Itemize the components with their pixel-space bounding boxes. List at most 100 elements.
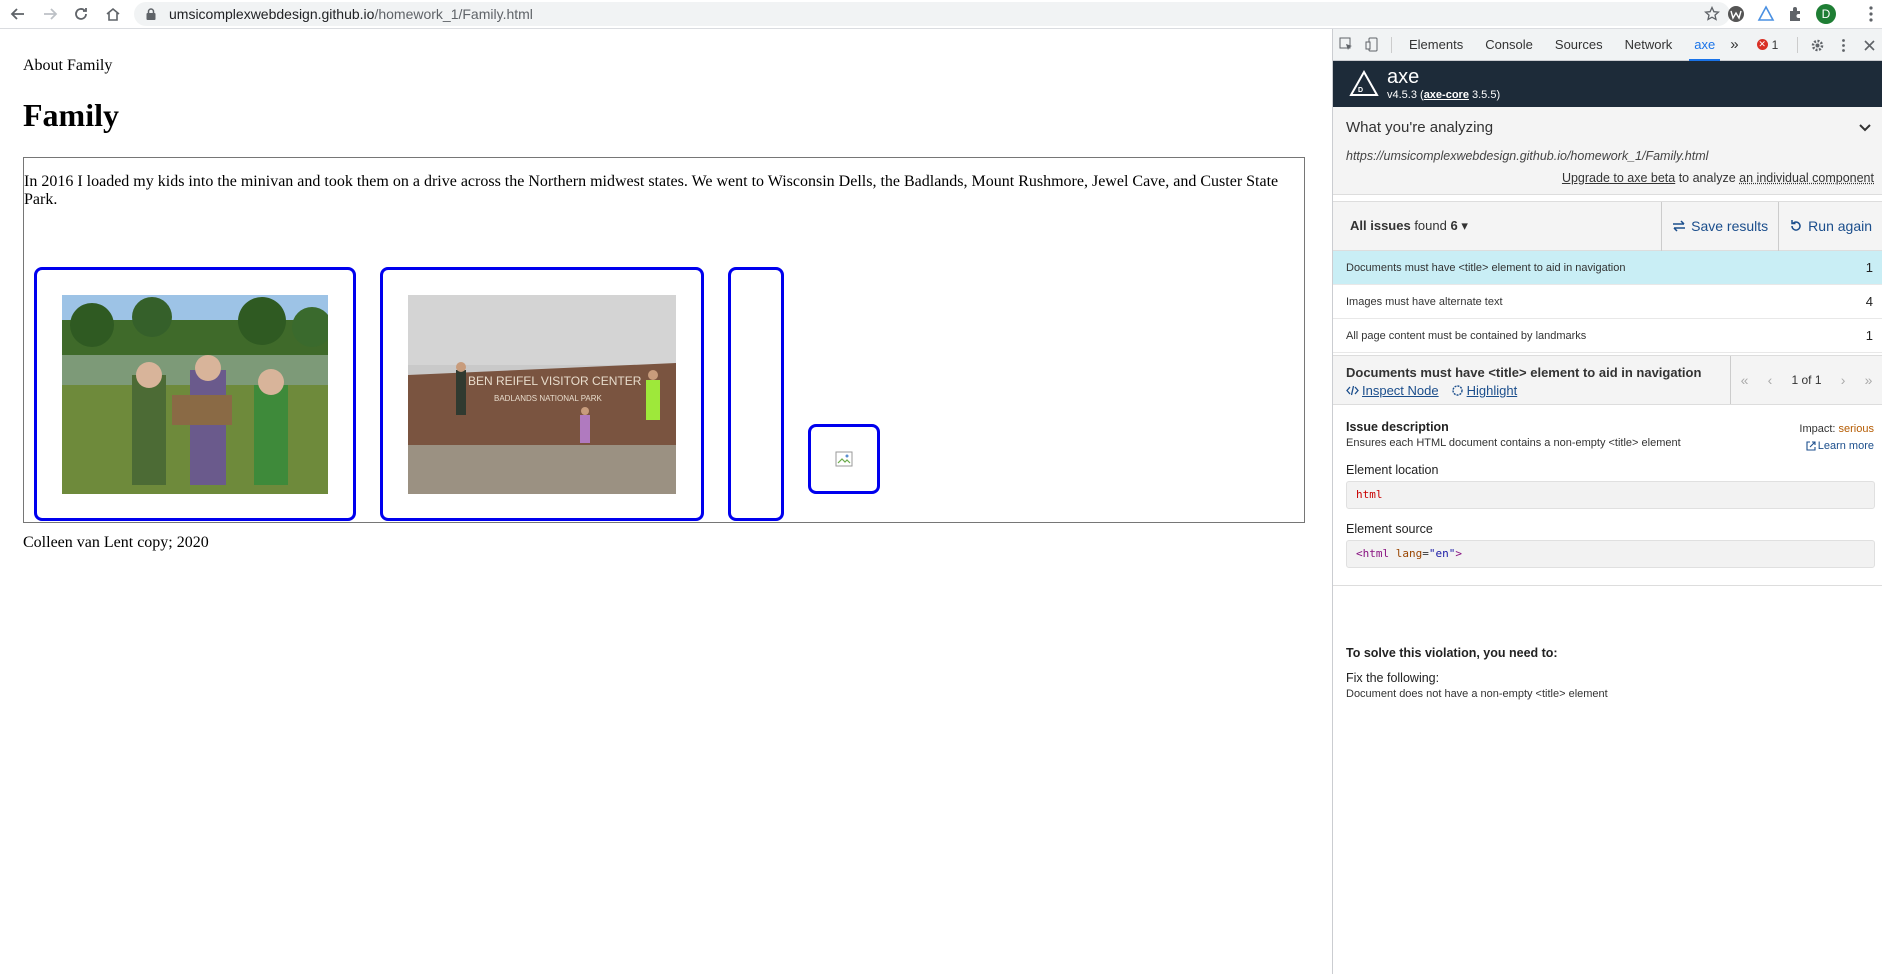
element-location-label: Element location <box>1346 463 1439 477</box>
issue-label: Images must have alternate text <box>1346 295 1503 308</box>
devtools-menu-button[interactable] <box>1830 29 1856 61</box>
devtools-panel: Elements Console Sources Network axe » ✕… <box>1332 29 1882 974</box>
issues-toolbar: All issues found 6 ▾ Save results Run ag… <box>1333 201 1882 251</box>
home-button[interactable] <box>99 0 127 28</box>
back-button[interactable] <box>4 0 32 28</box>
axe-title: axe <box>1387 66 1420 88</box>
issues-label: All issues <box>1350 218 1411 233</box>
issues-filter[interactable]: All issues found 6 ▾ <box>1333 218 1661 234</box>
broken-image-icon <box>835 451 853 467</box>
upgrade-mid-text: to analyze <box>1675 171 1740 185</box>
issue-pager: « ‹ 1 of 1 › » <box>1730 356 1882 404</box>
inspect-node-label: Inspect Node <box>1362 383 1439 398</box>
element-location-code[interactable]: html <box>1346 481 1875 509</box>
highlight-button[interactable]: Highlight <box>1451 383 1517 398</box>
photo-card-2[interactable]: BEN REIFEL VISITOR CENTER BADLANDS NATIO… <box>380 267 704 521</box>
tab-elements[interactable]: Elements <box>1398 29 1474 61</box>
upgrade-link[interactable]: Upgrade to axe beta <box>1562 171 1675 185</box>
source-tag: <html <box>1356 547 1396 560</box>
source-attr: lang <box>1395 547 1423 560</box>
source-eq: = <box>1422 547 1429 560</box>
inspect-element-button[interactable] <box>1333 29 1359 61</box>
fix-text: Document does not have a non-empty <titl… <box>1346 688 1608 700</box>
element-source-label: Element source <box>1346 522 1433 536</box>
web-page: About Family Family In 2016 I loaded my … <box>0 29 1332 974</box>
tab-sources[interactable]: Sources <box>1544 29 1614 61</box>
tab-axe[interactable]: axe <box>1683 29 1726 61</box>
external-link-icon <box>1806 441 1816 451</box>
url-path: /homework_1/Family.html <box>374 6 533 22</box>
element-location-value: html <box>1356 488 1383 501</box>
issue-label: Documents must have <title> element to a… <box>1346 261 1626 274</box>
run-again-label: Run again <box>1808 218 1872 234</box>
more-tabs-button[interactable]: » <box>1726 29 1742 61</box>
source-close: > <box>1455 547 1462 560</box>
issue-row[interactable]: All page content must be contained by la… <box>1333 319 1882 353</box>
lock-icon <box>146 8 156 20</box>
element-source-code[interactable]: <html lang="en"> <box>1346 540 1875 568</box>
inspect-node-button[interactable]: Inspect Node <box>1346 383 1439 398</box>
about-family-link[interactable]: About Family <box>23 57 112 75</box>
axe-header: D axe v4.5.3 (axe-core 3.5.5) <box>1333 61 1882 107</box>
error-counter[interactable]: ✕ 1 <box>1756 38 1778 52</box>
tab-separator <box>1391 36 1392 53</box>
arrow-right-icon <box>44 8 58 20</box>
bookmark-star-icon[interactable] <box>1704 6 1720 22</box>
fix-label: Fix the following: <box>1346 671 1440 685</box>
learn-more-link[interactable]: Learn more <box>1806 440 1874 452</box>
axe-core-link[interactable]: axe-core <box>1424 89 1469 101</box>
broken-image-card[interactable] <box>808 424 880 494</box>
svg-text:D: D <box>1358 87 1363 94</box>
home-icon <box>106 7 120 21</box>
save-results-button[interactable]: Save results <box>1661 201 1778 251</box>
source-val: "en" <box>1428 547 1456 560</box>
issue-row[interactable]: Documents must have <title> element to a… <box>1333 251 1882 285</box>
issues-found-text: found <box>1410 218 1451 233</box>
tab-separator-2 <box>1797 37 1798 53</box>
issue-description-label: Issue description <box>1346 420 1449 434</box>
chevron-down-icon[interactable] <box>1858 121 1872 135</box>
photo-card-1[interactable] <box>34 267 356 521</box>
puzzle-icon <box>1790 7 1800 21</box>
extensions-button[interactable] <box>1786 4 1806 24</box>
tab-network[interactable]: Network <box>1614 29 1684 61</box>
analyzed-url: https://umsicomplexwebdesign.github.io/h… <box>1346 149 1709 163</box>
analyzing-title[interactable]: What you're analyzing <box>1346 119 1493 136</box>
impact-indicator: Impact: serious <box>1799 423 1874 435</box>
settings-button[interactable] <box>1804 29 1830 61</box>
vertical-dots-icon <box>1841 38 1845 52</box>
browser-menu-icon[interactable] <box>1868 6 1874 22</box>
url-host: umsicomplexwebdesign.github.io <box>169 6 375 22</box>
page-heading: Family <box>23 97 119 133</box>
close-devtools-button[interactable] <box>1856 29 1882 61</box>
address-bar[interactable]: umsicomplexwebdesign.github.io/homework_… <box>134 2 1730 26</box>
issue-detail-title: Documents must have <title> element to a… <box>1346 365 1702 380</box>
profile-avatar[interactable]: D <box>1816 4 1836 24</box>
wave-extension-button[interactable] <box>1726 4 1746 24</box>
last-page-icon[interactable]: » <box>1865 372 1873 388</box>
component-link[interactable]: an individual component <box>1739 171 1874 185</box>
reload-icon <box>75 8 87 20</box>
issue-row[interactable]: Images must have alternate text 4 <box>1333 285 1882 319</box>
next-page-icon[interactable]: › <box>1841 372 1846 388</box>
empty-image-card[interactable] <box>728 267 784 521</box>
caret-down-icon: ▾ <box>1457 218 1468 233</box>
device-toolbar-button[interactable] <box>1359 29 1385 61</box>
rerun-icon <box>1791 220 1801 231</box>
issue-label: All page content must be contained by la… <box>1346 329 1587 342</box>
reload-button[interactable] <box>67 0 95 28</box>
extension-icons: D <box>1726 2 1836 26</box>
upgrade-line: Upgrade to axe beta to analyze an indivi… <box>1562 171 1874 185</box>
code-brackets-icon <box>1346 385 1359 396</box>
page-footer: Colleen van Lent copy; 2020 <box>23 534 209 551</box>
axe-extension-button[interactable] <box>1756 4 1776 24</box>
forward-button[interactable] <box>36 0 64 28</box>
tab-console[interactable]: Console <box>1474 29 1544 61</box>
figure-box: In 2016 I loaded my kids into the miniva… <box>23 157 1305 523</box>
issue-detail-header: Documents must have <title> element to a… <box>1333 355 1882 405</box>
first-page-icon[interactable]: « <box>1741 372 1749 388</box>
pager-status: 1 of 1 <box>1791 373 1822 387</box>
run-again-button[interactable]: Run again <box>1778 201 1882 251</box>
prev-page-icon[interactable]: ‹ <box>1768 372 1773 388</box>
devtools-actions <box>1791 29 1882 61</box>
